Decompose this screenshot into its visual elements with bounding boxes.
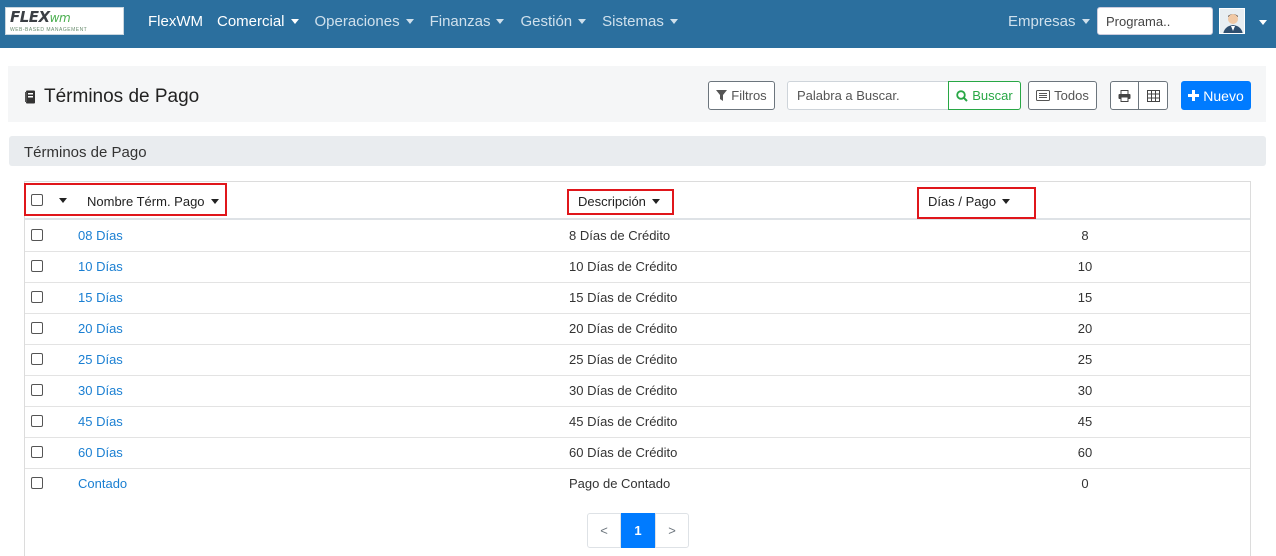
user-avatar-icon[interactable] — [1219, 8, 1245, 34]
nav-brand[interactable]: FlexWM — [148, 13, 203, 30]
row-checkbox[interactable] — [31, 353, 43, 365]
table-row[interactable]: 20 Días 20 Días de Crédito 20 — [25, 314, 1250, 345]
term-days: 60 — [1077, 445, 1093, 460]
nav-menu-empresas[interactable]: Empresas — [1008, 13, 1090, 30]
flexwm-logo[interactable]: FLEXwm WEB-BASED MANAGEMENT — [5, 7, 124, 35]
term-name-link[interactable]: 20 Días — [78, 321, 123, 336]
program-search-input[interactable] — [1097, 7, 1213, 35]
table-header: Nombre Térm. Pago Descripción Días / Pag… — [24, 182, 1250, 220]
caret-down-icon — [1081, 19, 1090, 24]
highlight-box — [24, 183, 227, 216]
term-days: 15 — [1077, 290, 1093, 305]
row-checkbox[interactable] — [31, 291, 43, 303]
nav-menu-sistemas[interactable]: Sistemas — [602, 13, 678, 30]
search-button[interactable]: Buscar — [948, 81, 1021, 110]
nav-menu-gestion[interactable]: Gestión — [520, 13, 587, 30]
pagination-prev-button[interactable]: < — [587, 513, 621, 548]
caret-down-icon — [496, 19, 505, 24]
term-description: 60 Días de Crédito — [569, 445, 678, 460]
search-icon — [956, 89, 968, 102]
pagination-page-1[interactable]: 1 — [621, 513, 655, 548]
term-name-link[interactable]: Contado — [78, 476, 127, 491]
term-days: 45 — [1077, 414, 1093, 429]
row-checkbox[interactable] — [31, 415, 43, 427]
table-row[interactable]: 60 Días 60 Días de Crédito 60 — [25, 438, 1250, 469]
term-days: 25 — [1077, 352, 1093, 367]
term-days: 0 — [1081, 476, 1089, 491]
term-description: 8 Días de Crédito — [569, 228, 671, 243]
term-name-link[interactable]: 60 Días — [78, 445, 123, 460]
page-title: Términos de Pago — [25, 86, 199, 108]
nav-menu-comercial[interactable]: Comercial — [217, 13, 299, 30]
term-name-link[interactable]: 25 Días — [78, 352, 123, 367]
table-row[interactable]: 25 Días 25 Días de Crédito 25 — [25, 345, 1250, 376]
highlight-box — [917, 187, 1036, 219]
term-description: 10 Días de Crédito — [569, 259, 678, 274]
term-name-link[interactable]: 30 Días — [78, 383, 123, 398]
book-icon — [25, 90, 35, 104]
filter-icon — [716, 90, 728, 101]
section-title: Términos de Pago — [9, 136, 1266, 166]
term-description: Pago de Contado — [569, 476, 671, 491]
table-row[interactable]: Contado Pago de Contado 0 — [25, 469, 1250, 500]
term-days: 8 — [1081, 228, 1089, 243]
caret-down-icon — [669, 19, 678, 24]
nav-menu-operaciones[interactable]: Operaciones — [315, 13, 414, 30]
new-button[interactable]: Nuevo — [1181, 81, 1251, 110]
table-row[interactable]: 45 Días 45 Días de Crédito 45 — [25, 407, 1250, 438]
term-description: 45 Días de Crédito — [569, 414, 678, 429]
caret-down-icon — [290, 19, 299, 24]
table-row[interactable]: 15 Días 15 Días de Crédito 15 — [25, 283, 1250, 314]
table-row[interactable]: 08 Días 8 Días de Crédito 8 — [25, 221, 1250, 252]
pagination-next-button[interactable]: > — [655, 513, 689, 548]
show-all-button[interactable]: Todos — [1028, 81, 1097, 110]
table-row[interactable]: 30 Días 30 Días de Crédito 30 — [25, 376, 1250, 407]
term-description: 30 Días de Crédito — [569, 383, 678, 398]
terms-table: Nombre Térm. Pago Descripción Días / Pag… — [24, 181, 1251, 556]
caret-down-icon — [578, 19, 587, 24]
nav-menu: Comercial Operaciones Finanzas Gestión S… — [217, 13, 694, 30]
term-name-link[interactable]: 10 Días — [78, 259, 123, 274]
table-icon — [1146, 89, 1160, 102]
term-days: 10 — [1077, 259, 1093, 274]
row-checkbox[interactable] — [31, 322, 43, 334]
row-checkbox[interactable] — [31, 446, 43, 458]
nav-menu-finanzas[interactable]: Finanzas — [430, 13, 505, 30]
term-description: 20 Días de Crédito — [569, 321, 678, 336]
table-view-button[interactable] — [1138, 81, 1168, 110]
table-row[interactable]: 10 Días 10 Días de Crédito 10 — [25, 252, 1250, 283]
search-input[interactable] — [787, 81, 949, 110]
print-button[interactable] — [1110, 81, 1139, 110]
term-days: 30 — [1077, 383, 1093, 398]
row-checkbox[interactable] — [31, 477, 43, 489]
term-name-link[interactable]: 45 Días — [78, 414, 123, 429]
pagination: < 1 > — [587, 513, 689, 548]
row-checkbox[interactable] — [31, 229, 43, 241]
term-description: 15 Días de Crédito — [569, 290, 678, 305]
term-days: 20 — [1077, 321, 1093, 336]
term-name-link[interactable]: 15 Días — [78, 290, 123, 305]
row-checkbox[interactable] — [31, 384, 43, 396]
row-checkbox[interactable] — [31, 260, 43, 272]
term-name-link[interactable]: 08 Días — [78, 228, 123, 243]
highlight-box — [567, 189, 674, 215]
caret-down-icon — [405, 19, 414, 24]
term-description: 25 Días de Crédito — [569, 352, 678, 367]
top-navbar: FLEXwm WEB-BASED MANAGEMENT FlexWM Comer… — [0, 0, 1276, 48]
plus-icon — [1188, 90, 1200, 101]
print-icon — [1118, 89, 1131, 102]
list-icon — [1036, 90, 1051, 101]
filters-button[interactable]: Filtros — [708, 81, 775, 110]
caret-down-icon[interactable] — [1259, 20, 1267, 25]
